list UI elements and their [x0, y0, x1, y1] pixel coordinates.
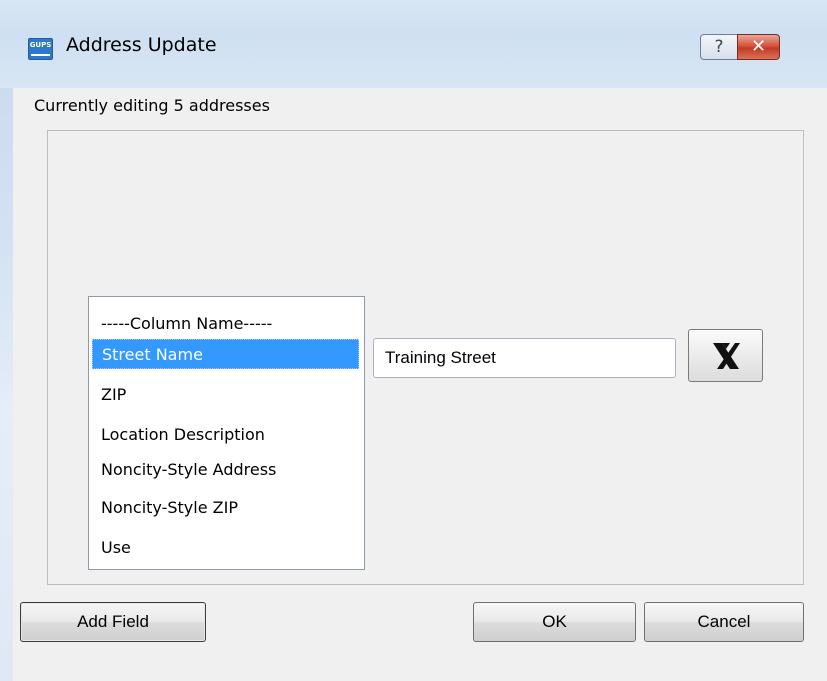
close-button[interactable]: ✕ — [737, 34, 780, 60]
app-icon-label: GUPS — [29, 41, 52, 49]
app-icon: GUPS — [28, 38, 53, 60]
window-frame — [0, 0, 13, 681]
close-icon: ✕ — [750, 36, 767, 57]
list-item-noncity-zip[interactable]: Noncity-Style ZIP — [92, 493, 359, 523]
add-field-button[interactable]: Add Field — [20, 602, 206, 642]
help-icon: ? — [714, 37, 724, 57]
window-title: Address Update — [66, 34, 217, 56]
cancel-button[interactable]: Cancel — [644, 602, 804, 642]
list-item-use[interactable]: Use — [92, 533, 359, 563]
remove-field-button[interactable] — [688, 329, 763, 382]
editing-status: Currently editing 5 addresses — [34, 96, 270, 115]
x-icon — [713, 343, 740, 369]
ok-button[interactable]: OK — [473, 602, 636, 642]
column-name-list[interactable]: -----Column Name----- Street Name ZIP Lo… — [88, 296, 365, 570]
list-item-location-description[interactable]: Location Description — [92, 420, 359, 450]
field-value-input[interactable] — [373, 338, 676, 378]
list-item-street-name[interactable]: Street Name — [92, 339, 359, 369]
list-item-zip[interactable]: ZIP — [92, 380, 359, 410]
list-item-header[interactable]: -----Column Name----- — [92, 309, 359, 339]
list-item-noncity-address[interactable]: Noncity-Style Address — [92, 455, 359, 485]
title-bar[interactable]: GUPS Address Update ? ✕ — [0, 0, 827, 88]
help-button[interactable]: ? — [700, 34, 738, 60]
